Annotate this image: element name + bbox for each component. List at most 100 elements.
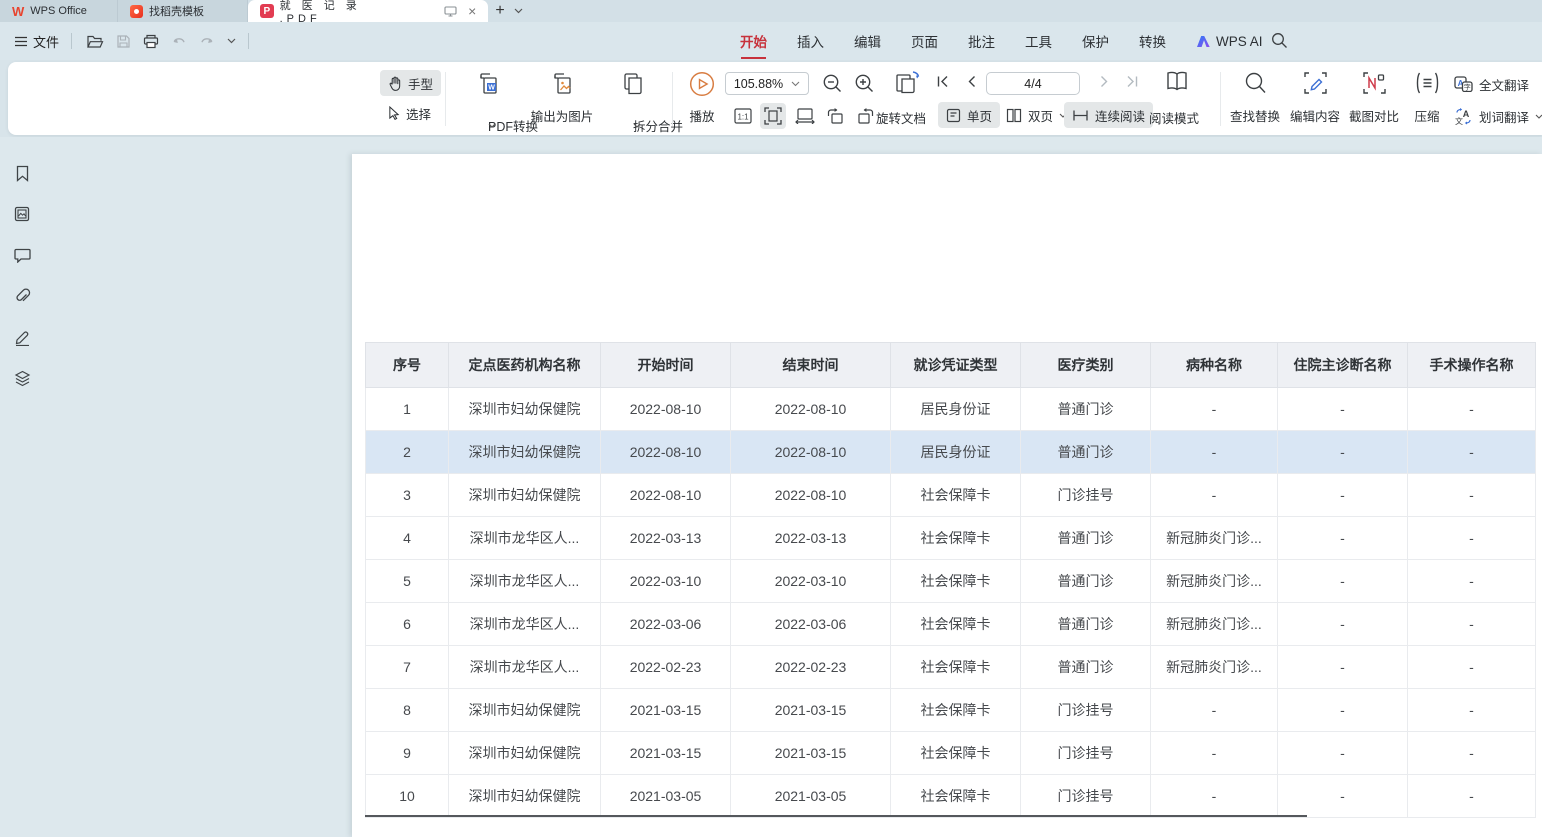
table-cell: 2022-03-10 [731, 560, 891, 603]
fit-width-button[interactable] [792, 103, 818, 129]
annotate-pen-icon[interactable] [12, 327, 32, 347]
rotate-right-button[interactable] [852, 103, 878, 129]
layers-icon[interactable] [12, 368, 32, 388]
table-cell: 社会保障卡 [891, 603, 1021, 646]
comment-icon[interactable] [12, 245, 32, 265]
table-cell: 2022-08-10 [731, 388, 891, 431]
full-text-translate-button[interactable]: A字 全文翻译 [1450, 71, 1533, 97]
table-bottom-border [365, 815, 1307, 817]
menu-tab[interactable]: 转换 [1139, 31, 1166, 51]
chevron-down-icon [633, 123, 641, 128]
export-as-image-button[interactable]: 输出为图片 [520, 68, 604, 129]
fit-page-button[interactable] [760, 103, 786, 129]
undo-icon[interactable] [171, 35, 187, 48]
single-page-view-button[interactable]: 单页 [938, 102, 1000, 128]
zoom-in-icon[interactable] [854, 73, 875, 94]
table-cell: - [1408, 388, 1536, 431]
thumbnails-icon[interactable] [12, 204, 32, 224]
next-page-icon[interactable] [1098, 75, 1111, 88]
table-cell: - [1408, 646, 1536, 689]
pdf-convert-icon: W [476, 71, 501, 97]
split-merge-button[interactable]: 拆分合并 [596, 68, 670, 129]
table-row: 5深圳市龙华区人...2022-03-102022-03-10社会保障卡普通门诊… [366, 560, 1536, 603]
select-tool-button[interactable]: 选择 [380, 100, 439, 126]
menu-bar: 文件 [0, 22, 1542, 60]
menu-tab[interactable]: 批注 [968, 31, 995, 51]
table-cell: 门诊挂号 [1021, 474, 1151, 517]
global-search-icon[interactable] [1271, 32, 1288, 49]
menu-tab[interactable]: 工具 [1025, 31, 1052, 51]
table-cell: - [1151, 732, 1278, 775]
window-tab-bar: W WPS Office 找稻壳模板 P 就 医 记 录 .PDF × + [0, 0, 1542, 22]
tab-label: WPS Office [30, 5, 87, 17]
play-icon [689, 71, 715, 97]
page-number-input[interactable]: 4/4 [986, 72, 1080, 95]
table-cell: - [1278, 775, 1408, 818]
menu-tab[interactable]: 编辑 [854, 31, 881, 51]
table-cell: 深圳市妇幼保健院 [449, 775, 601, 818]
table-row: 1深圳市妇幼保健院2022-08-102022-08-10居民身份证普通门诊--… [366, 388, 1536, 431]
file-menu-button[interactable]: 文件 [10, 32, 63, 51]
table-cell: 普通门诊 [1021, 388, 1151, 431]
present-monitor-icon[interactable] [443, 3, 459, 19]
rotate-document-icon[interactable] [894, 70, 921, 95]
continuous-reading-button[interactable]: 连续阅读 [1064, 102, 1153, 128]
previous-page-icon[interactable] [965, 75, 978, 88]
redo-icon[interactable] [199, 35, 215, 48]
hand-tool-button[interactable]: 手型 [380, 70, 441, 96]
table-cell: 2022-03-06 [601, 603, 731, 646]
tab-wps-office[interactable]: W WPS Office [0, 0, 118, 22]
last-page-icon[interactable] [1126, 75, 1139, 88]
table-cell: 社会保障卡 [891, 689, 1021, 732]
edit-content-button[interactable]: 编辑内容 [1286, 68, 1344, 129]
pdf-convert-button[interactable]: W PDF转换 [450, 68, 526, 129]
table-cell: 深圳市龙华区人... [449, 560, 601, 603]
table-cell: 5 [366, 560, 449, 603]
table-header-cell: 结束时间 [731, 343, 891, 388]
rotate-document-button[interactable]: 旋转文档 [876, 108, 926, 127]
close-tab-icon[interactable]: × [464, 3, 480, 19]
rotate-left-button[interactable] [822, 103, 848, 129]
table-cell: - [1408, 560, 1536, 603]
play-presentation-button[interactable]: 播放 [679, 68, 725, 129]
fit-page-icon [764, 107, 782, 125]
wps-logo-icon: W [12, 4, 24, 19]
more-actions-chevron-icon[interactable] [227, 38, 236, 44]
zoom-out-icon[interactable] [822, 73, 843, 94]
read-mode-icon[interactable] [1164, 70, 1190, 93]
word-translate-button[interactable]: A文 划词翻译 [1450, 103, 1542, 129]
wps-ai-button[interactable]: WPS AI [1196, 22, 1263, 60]
compress-button[interactable]: 压缩 [1404, 68, 1450, 129]
table-header-cell: 开始时间 [601, 343, 731, 388]
compress-icon [1414, 71, 1441, 95]
menu-tab[interactable]: 页面 [911, 31, 938, 51]
menu-tab[interactable]: 保护 [1082, 31, 1109, 51]
table-cell: 普通门诊 [1021, 431, 1151, 474]
attachment-icon[interactable] [12, 286, 32, 306]
first-page-icon[interactable] [936, 75, 949, 88]
table-cell: 2021-03-15 [731, 732, 891, 775]
menu-tab[interactable]: 开始 [740, 31, 767, 51]
print-icon[interactable] [143, 34, 159, 49]
screenshot-compare-button[interactable]: 截图对比 [1345, 68, 1403, 129]
open-file-icon[interactable] [86, 34, 104, 49]
tab-docer-templates[interactable]: 找稻壳模板 [118, 0, 248, 22]
tab-list-chevron-icon[interactable] [514, 0, 523, 22]
save-icon[interactable] [116, 34, 131, 49]
find-replace-button[interactable]: 查找替换 [1226, 68, 1284, 129]
actual-size-button[interactable]: 1:1 [730, 103, 756, 129]
new-tab-button[interactable]: + [488, 0, 512, 22]
table-row: 4深圳市龙华区人...2022-03-132022-03-13社会保障卡普通门诊… [366, 517, 1536, 560]
bookmark-icon[interactable] [12, 163, 32, 183]
zoom-level-select[interactable]: 105.88% [725, 72, 809, 95]
tab-document-pdf[interactable]: P 就 医 记 录 .PDF × [248, 0, 488, 22]
table-row: 9深圳市妇幼保健院2021-03-152021-03-15社会保障卡门诊挂号--… [366, 732, 1536, 775]
read-mode-button[interactable]: 阅读模式 [1149, 108, 1199, 127]
pdf-page[interactable]: 序号定点医药机构名称开始时间结束时间就诊凭证类型医疗类别病种名称住院主诊断名称手… [352, 154, 1542, 837]
menu-tab[interactable]: 插入 [797, 31, 824, 51]
table-cell: - [1151, 775, 1278, 818]
table-cell: - [1408, 431, 1536, 474]
hand-icon [388, 76, 402, 91]
svg-text:A: A [1463, 109, 1470, 119]
table-cell: - [1278, 474, 1408, 517]
